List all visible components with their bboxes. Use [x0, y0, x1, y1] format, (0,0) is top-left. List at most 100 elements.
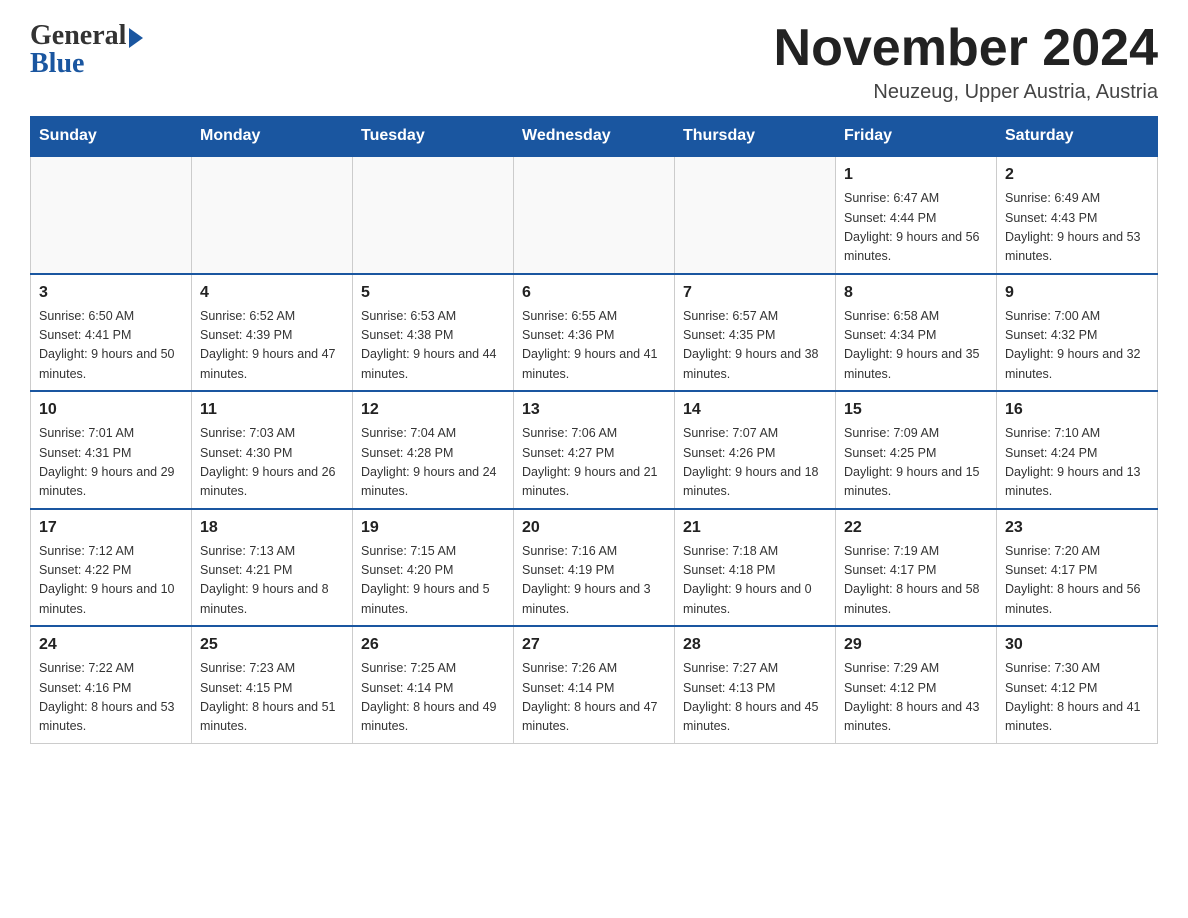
day-info: Sunrise: 7:26 AMSunset: 4:14 PMDaylight:… — [522, 659, 666, 737]
calendar-table: Sunday Monday Tuesday Wednesday Thursday… — [30, 116, 1158, 744]
day-number: 13 — [522, 398, 666, 422]
day-number: 18 — [200, 516, 344, 540]
day-info: Sunrise: 6:47 AMSunset: 4:44 PMDaylight:… — [844, 189, 988, 267]
day-info: Sunrise: 7:13 AMSunset: 4:21 PMDaylight:… — [200, 542, 344, 620]
table-row: 4Sunrise: 6:52 AMSunset: 4:39 PMDaylight… — [192, 274, 353, 392]
day-info: Sunrise: 7:04 AMSunset: 4:28 PMDaylight:… — [361, 424, 505, 502]
day-info: Sunrise: 7:12 AMSunset: 4:22 PMDaylight:… — [39, 542, 183, 620]
day-number: 5 — [361, 281, 505, 305]
logo: General Blue — [30, 20, 143, 80]
table-row: 20Sunrise: 7:16 AMSunset: 4:19 PMDayligh… — [514, 509, 675, 627]
day-number: 19 — [361, 516, 505, 540]
table-row: 26Sunrise: 7:25 AMSunset: 4:14 PMDayligh… — [353, 626, 514, 743]
calendar-week-row: 1Sunrise: 6:47 AMSunset: 4:44 PMDaylight… — [31, 156, 1158, 274]
day-number: 16 — [1005, 398, 1149, 422]
day-number: 24 — [39, 633, 183, 657]
table-row: 30Sunrise: 7:30 AMSunset: 4:12 PMDayligh… — [997, 626, 1158, 743]
col-sunday: Sunday — [31, 117, 192, 157]
calendar-week-row: 24Sunrise: 7:22 AMSunset: 4:16 PMDayligh… — [31, 626, 1158, 743]
title-area: November 2024 Neuzeug, Upper Austria, Au… — [774, 20, 1158, 104]
table-row: 7Sunrise: 6:57 AMSunset: 4:35 PMDaylight… — [675, 274, 836, 392]
table-row — [192, 156, 353, 274]
day-info: Sunrise: 7:19 AMSunset: 4:17 PMDaylight:… — [844, 542, 988, 620]
day-number: 22 — [844, 516, 988, 540]
day-info: Sunrise: 7:03 AMSunset: 4:30 PMDaylight:… — [200, 424, 344, 502]
day-number: 20 — [522, 516, 666, 540]
page-header: General Blue November 2024 Neuzeug, Uppe… — [30, 20, 1158, 104]
calendar-week-row: 10Sunrise: 7:01 AMSunset: 4:31 PMDayligh… — [31, 391, 1158, 509]
table-row: 18Sunrise: 7:13 AMSunset: 4:21 PMDayligh… — [192, 509, 353, 627]
table-row — [514, 156, 675, 274]
day-number: 17 — [39, 516, 183, 540]
table-row — [31, 156, 192, 274]
day-info: Sunrise: 7:10 AMSunset: 4:24 PMDaylight:… — [1005, 424, 1149, 502]
day-info: Sunrise: 7:23 AMSunset: 4:15 PMDaylight:… — [200, 659, 344, 737]
day-number: 28 — [683, 633, 827, 657]
day-number: 11 — [200, 398, 344, 422]
day-number: 15 — [844, 398, 988, 422]
day-number: 29 — [844, 633, 988, 657]
table-row: 16Sunrise: 7:10 AMSunset: 4:24 PMDayligh… — [997, 391, 1158, 509]
logo-blue-text: Blue — [30, 48, 84, 80]
col-thursday: Thursday — [675, 117, 836, 157]
table-row: 27Sunrise: 7:26 AMSunset: 4:14 PMDayligh… — [514, 626, 675, 743]
day-info: Sunrise: 6:55 AMSunset: 4:36 PMDaylight:… — [522, 307, 666, 385]
table-row: 2Sunrise: 6:49 AMSunset: 4:43 PMDaylight… — [997, 156, 1158, 274]
col-tuesday: Tuesday — [353, 117, 514, 157]
day-info: Sunrise: 7:15 AMSunset: 4:20 PMDaylight:… — [361, 542, 505, 620]
day-info: Sunrise: 6:49 AMSunset: 4:43 PMDaylight:… — [1005, 189, 1149, 267]
day-number: 25 — [200, 633, 344, 657]
calendar-week-row: 3Sunrise: 6:50 AMSunset: 4:41 PMDaylight… — [31, 274, 1158, 392]
col-saturday: Saturday — [997, 117, 1158, 157]
table-row: 25Sunrise: 7:23 AMSunset: 4:15 PMDayligh… — [192, 626, 353, 743]
table-row: 10Sunrise: 7:01 AMSunset: 4:31 PMDayligh… — [31, 391, 192, 509]
logo-arrow-icon — [129, 28, 143, 48]
table-row: 21Sunrise: 7:18 AMSunset: 4:18 PMDayligh… — [675, 509, 836, 627]
table-row: 12Sunrise: 7:04 AMSunset: 4:28 PMDayligh… — [353, 391, 514, 509]
day-number: 21 — [683, 516, 827, 540]
col-friday: Friday — [836, 117, 997, 157]
calendar-header-row: Sunday Monday Tuesday Wednesday Thursday… — [31, 117, 1158, 157]
table-row: 9Sunrise: 7:00 AMSunset: 4:32 PMDaylight… — [997, 274, 1158, 392]
table-row: 1Sunrise: 6:47 AMSunset: 4:44 PMDaylight… — [836, 156, 997, 274]
day-number: 12 — [361, 398, 505, 422]
table-row: 24Sunrise: 7:22 AMSunset: 4:16 PMDayligh… — [31, 626, 192, 743]
day-number: 3 — [39, 281, 183, 305]
day-info: Sunrise: 7:06 AMSunset: 4:27 PMDaylight:… — [522, 424, 666, 502]
day-info: Sunrise: 6:52 AMSunset: 4:39 PMDaylight:… — [200, 307, 344, 385]
table-row: 11Sunrise: 7:03 AMSunset: 4:30 PMDayligh… — [192, 391, 353, 509]
table-row: 6Sunrise: 6:55 AMSunset: 4:36 PMDaylight… — [514, 274, 675, 392]
calendar-week-row: 17Sunrise: 7:12 AMSunset: 4:22 PMDayligh… — [31, 509, 1158, 627]
location-text: Neuzeug, Upper Austria, Austria — [774, 81, 1158, 104]
day-info: Sunrise: 6:58 AMSunset: 4:34 PMDaylight:… — [844, 307, 988, 385]
table-row: 23Sunrise: 7:20 AMSunset: 4:17 PMDayligh… — [997, 509, 1158, 627]
table-row: 14Sunrise: 7:07 AMSunset: 4:26 PMDayligh… — [675, 391, 836, 509]
day-info: Sunrise: 7:16 AMSunset: 4:19 PMDaylight:… — [522, 542, 666, 620]
day-info: Sunrise: 7:30 AMSunset: 4:12 PMDaylight:… — [1005, 659, 1149, 737]
day-number: 6 — [522, 281, 666, 305]
table-row: 13Sunrise: 7:06 AMSunset: 4:27 PMDayligh… — [514, 391, 675, 509]
day-info: Sunrise: 6:50 AMSunset: 4:41 PMDaylight:… — [39, 307, 183, 385]
day-number: 1 — [844, 163, 988, 187]
day-number: 14 — [683, 398, 827, 422]
table-row: 19Sunrise: 7:15 AMSunset: 4:20 PMDayligh… — [353, 509, 514, 627]
day-number: 10 — [39, 398, 183, 422]
day-info: Sunrise: 7:09 AMSunset: 4:25 PMDaylight:… — [844, 424, 988, 502]
day-info: Sunrise: 7:01 AMSunset: 4:31 PMDaylight:… — [39, 424, 183, 502]
table-row: 3Sunrise: 6:50 AMSunset: 4:41 PMDaylight… — [31, 274, 192, 392]
day-info: Sunrise: 6:57 AMSunset: 4:35 PMDaylight:… — [683, 307, 827, 385]
day-info: Sunrise: 7:22 AMSunset: 4:16 PMDaylight:… — [39, 659, 183, 737]
table-row: 5Sunrise: 6:53 AMSunset: 4:38 PMDaylight… — [353, 274, 514, 392]
table-row: 15Sunrise: 7:09 AMSunset: 4:25 PMDayligh… — [836, 391, 997, 509]
day-info: Sunrise: 7:27 AMSunset: 4:13 PMDaylight:… — [683, 659, 827, 737]
day-number: 26 — [361, 633, 505, 657]
table-row: 17Sunrise: 7:12 AMSunset: 4:22 PMDayligh… — [31, 509, 192, 627]
day-number: 23 — [1005, 516, 1149, 540]
day-info: Sunrise: 7:25 AMSunset: 4:14 PMDaylight:… — [361, 659, 505, 737]
day-number: 7 — [683, 281, 827, 305]
table-row: 8Sunrise: 6:58 AMSunset: 4:34 PMDaylight… — [836, 274, 997, 392]
day-info: Sunrise: 6:53 AMSunset: 4:38 PMDaylight:… — [361, 307, 505, 385]
day-number: 4 — [200, 281, 344, 305]
table-row — [353, 156, 514, 274]
day-number: 8 — [844, 281, 988, 305]
